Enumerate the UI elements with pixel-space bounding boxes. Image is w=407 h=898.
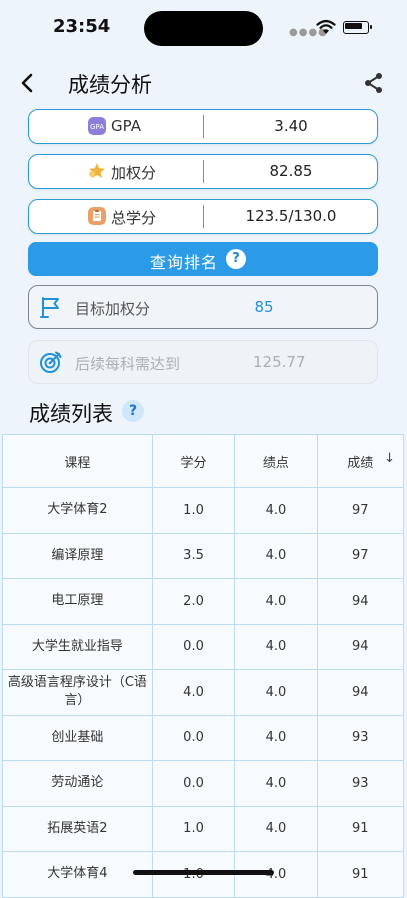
total-credits-label: 总学分: [111, 209, 157, 227]
column-score[interactable]: 成绩 ↓: [316, 434, 405, 488]
page-title: 成绩分析: [68, 73, 152, 97]
grade-point-cell: 4.0: [234, 760, 318, 807]
course-cell: 拓展英语2: [2, 805, 153, 852]
course-cell: 高级语言程序设计（C语言）: [2, 669, 153, 716]
gpa-row: GPA GPA 3.40: [28, 109, 378, 144]
column-grade-point[interactable]: 绩点: [234, 434, 318, 488]
back-icon[interactable]: [14, 68, 42, 98]
credit-cell: 1.0: [151, 805, 236, 852]
credit-cell: 3.5: [151, 532, 236, 579]
grade-point-cell: 4.0: [234, 578, 318, 625]
required-score-row: 后续每科需达到 125.77: [28, 340, 378, 384]
table-row[interactable]: 高级语言程序设计（C语言） 4.0 4.0 94: [2, 669, 405, 716]
query-ranking-label: 查询排名: [150, 253, 219, 272]
course-cell: 劳动通论: [2, 760, 153, 807]
target-icon: [40, 351, 62, 373]
total-credits-row: 总学分 123.5/130.0: [28, 199, 378, 234]
course-cell: 大学体育2: [2, 487, 153, 534]
divider: [203, 115, 204, 138]
credit-cell: 2.0: [151, 578, 236, 625]
flag-icon: [40, 297, 59, 318]
grade-point-cell: 4.0: [234, 669, 318, 716]
course-cell: 大学体育4: [2, 851, 153, 898]
grades-list-title: 成绩列表: [29, 402, 113, 426]
help-icon[interactable]: ?: [122, 400, 144, 422]
table-row[interactable]: 拓展英语2 1.0 4.0 91: [2, 805, 405, 852]
weighted-score-label: 加权分: [111, 164, 157, 182]
help-icon[interactable]: ?: [226, 249, 246, 269]
credit-cell: 0.0: [151, 760, 236, 807]
score-cell: 91: [316, 805, 405, 852]
table-row[interactable]: 劳动通论 0.0 4.0 93: [2, 760, 405, 807]
grade-point-cell: 4.0: [234, 532, 318, 579]
score-cell: 97: [316, 532, 405, 579]
credit-cell: 0.0: [151, 714, 236, 761]
score-cell: 94: [316, 578, 405, 625]
score-cell: 94: [316, 669, 405, 716]
home-indicator[interactable]: [133, 870, 274, 875]
score-cell: 93: [316, 760, 405, 807]
dynamic-island: [144, 11, 263, 46]
course-cell: 大学生就业指导: [2, 623, 153, 670]
grade-point-cell: 4.0: [234, 714, 318, 761]
target-score-field[interactable]: 目标加权分 85: [28, 285, 378, 329]
score-cell: 91: [316, 851, 405, 898]
score-cell: 97: [316, 487, 405, 534]
total-credits-value: 123.5/130.0: [245, 207, 337, 225]
score-cell: 94: [316, 623, 405, 670]
gpa-label: GPA: [111, 117, 141, 135]
star-icon: [89, 163, 105, 178]
battery-icon: [343, 21, 372, 34]
table-row[interactable]: 编译原理 3.5 4.0 97: [2, 532, 405, 579]
weighted-score-value: 82.85: [269, 162, 313, 180]
divider: [203, 160, 204, 183]
sort-down-icon[interactable]: ↓: [384, 451, 395, 466]
gpa-icon: GPA: [88, 117, 106, 135]
wifi-icon: [316, 19, 336, 34]
grade-point-cell: 4.0: [234, 487, 318, 534]
table-row[interactable]: 大学生就业指导 0.0 4.0 94: [2, 623, 405, 670]
grade-point-cell: 4.0: [234, 805, 318, 852]
share-icon[interactable]: [362, 71, 386, 95]
weighted-score-row: 加权分 82.85: [28, 154, 378, 189]
status-time: 23:54: [53, 16, 111, 37]
target-score-label: 目标加权分: [75, 300, 151, 318]
clipboard-icon: [88, 207, 106, 225]
target-score-value[interactable]: 85: [239, 298, 289, 316]
svg-text:GPA: GPA: [90, 123, 104, 131]
column-course[interactable]: 课程: [2, 434, 153, 488]
credit-cell: 4.0: [151, 669, 236, 716]
column-score-label: 成绩: [347, 455, 374, 471]
course-cell: 创业基础: [2, 714, 153, 761]
table-row[interactable]: 电工原理 2.0 4.0 94: [2, 578, 405, 625]
required-score-label: 后续每科需达到: [75, 355, 181, 373]
status-bar: 23:54 ●●●●: [0, 0, 407, 56]
column-credit[interactable]: 学分: [151, 434, 236, 488]
divider: [203, 205, 204, 228]
course-cell: 编译原理: [2, 532, 153, 579]
table-row[interactable]: 大学体育2 1.0 4.0 97: [2, 487, 405, 534]
credit-cell: 0.0: [151, 623, 236, 670]
table-header-row: 课程 学分 绩点 成绩 ↓: [2, 434, 405, 488]
grades-table: 课程 学分 绩点 成绩 ↓ 大学体育2 1.0 4.0 97 编译原理 3.5 …: [2, 434, 405, 898]
required-score-value: 125.77: [253, 353, 306, 371]
gpa-value: 3.40: [274, 117, 308, 135]
credit-cell: 1.0: [151, 487, 236, 534]
grade-point-cell: 4.0: [234, 623, 318, 670]
table-row[interactable]: 创业基础 0.0 4.0 93: [2, 714, 405, 761]
score-cell: 93: [316, 714, 405, 761]
course-cell: 电工原理: [2, 578, 153, 625]
query-ranking-button[interactable]: 查询排名 ?: [28, 242, 378, 276]
